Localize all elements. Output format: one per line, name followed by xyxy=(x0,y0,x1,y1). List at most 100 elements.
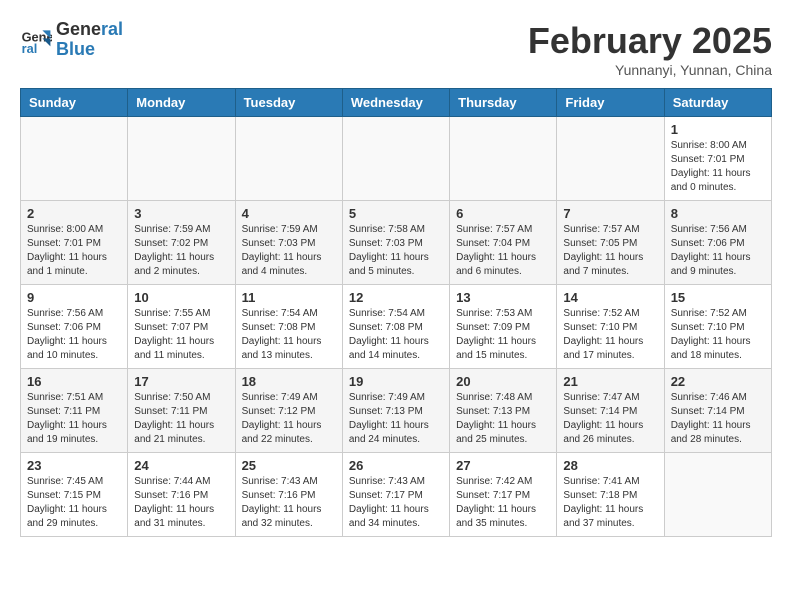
week-row-2: 2 Sunrise: 8:00 AM Sunset: 7:01 PM Daylig… xyxy=(21,201,772,285)
calendar-cell: 3 Sunrise: 7:59 AM Sunset: 7:02 PM Daylig… xyxy=(128,201,235,285)
day-info: Sunrise: 7:43 AM Sunset: 7:16 PM Dayligh… xyxy=(242,475,336,531)
day-info: Sunrise: 7:56 AM Sunset: 7:06 PM Dayligh… xyxy=(671,223,765,279)
calendar-cell: 15Sunrise: 7:52 AM Sunset: 7:10 PM Dayli… xyxy=(664,285,771,369)
day-number: 9 xyxy=(27,290,121,305)
logo-icon: Gene ral xyxy=(20,24,52,56)
day-number: 6 xyxy=(456,206,550,221)
calendar-cell xyxy=(235,117,342,201)
day-info: Sunrise: 7:53 AM Sunset: 7:09 PM Dayligh… xyxy=(456,307,550,363)
day-info: Sunrise: 7:51 AM Sunset: 7:11 PM Dayligh… xyxy=(27,391,121,447)
day-info: Sunrise: 8:00 AM Sunset: 7:01 PM Dayligh… xyxy=(27,223,121,279)
day-info: Sunrise: 7:55 AM Sunset: 7:07 PM Dayligh… xyxy=(134,307,228,363)
day-info: Sunrise: 7:49 AM Sunset: 7:13 PM Dayligh… xyxy=(349,391,443,447)
day-info: Sunrise: 7:42 AM Sunset: 7:17 PM Dayligh… xyxy=(456,475,550,531)
day-number: 11 xyxy=(242,290,336,305)
day-info: Sunrise: 8:00 AM Sunset: 7:01 PM Dayligh… xyxy=(671,139,765,195)
calendar-cell: 9Sunrise: 7:56 AM Sunset: 7:06 PM Daylig… xyxy=(21,285,128,369)
calendar-cell: 14 Sunrise: 7:52 AM Sunset: 7:10 PM Dayli… xyxy=(557,285,664,369)
day-number: 4 xyxy=(242,206,336,221)
calendar-cell: 18 Sunrise: 7:49 AM Sunset: 7:12 PM Dayli… xyxy=(235,369,342,453)
day-number: 17 xyxy=(134,374,228,389)
day-info: Sunrise: 7:59 AM Sunset: 7:03 PM Dayligh… xyxy=(242,223,336,279)
day-number: 18 xyxy=(242,374,336,389)
day-info: Sunrise: 7:48 AM Sunset: 7:13 PM Dayligh… xyxy=(456,391,550,447)
day-number: 12 xyxy=(349,290,443,305)
day-number: 20 xyxy=(456,374,550,389)
day-number: 8 xyxy=(671,206,765,221)
calendar-cell: 2 Sunrise: 8:00 AM Sunset: 7:01 PM Daylig… xyxy=(21,201,128,285)
day-number: 5 xyxy=(349,206,443,221)
day-info: Sunrise: 7:45 AM Sunset: 7:15 PM Dayligh… xyxy=(27,475,121,531)
calendar-subtitle: Yunnanyi, Yunnan, China xyxy=(528,62,772,78)
calendar-cell xyxy=(557,117,664,201)
logo-text: GeneralBlue xyxy=(56,20,123,60)
day-number: 10 xyxy=(134,290,228,305)
day-number: 26 xyxy=(349,458,443,473)
day-info: Sunrise: 7:54 AM Sunset: 7:08 PM Dayligh… xyxy=(242,307,336,363)
day-info: Sunrise: 7:50 AM Sunset: 7:11 PM Dayligh… xyxy=(134,391,228,447)
calendar-cell: 25 Sunrise: 7:43 AM Sunset: 7:16 PM Dayli… xyxy=(235,453,342,537)
calendar-cell: 7 Sunrise: 7:57 AM Sunset: 7:05 PM Daylig… xyxy=(557,201,664,285)
day-number: 28 xyxy=(563,458,657,473)
calendar-cell: 16 Sunrise: 7:51 AM Sunset: 7:11 PM Dayli… xyxy=(21,369,128,453)
calendar-cell: 1 Sunrise: 8:00 AM Sunset: 7:01 PM Daylig… xyxy=(664,117,771,201)
title-section: February 2025 Yunnanyi, Yunnan, China xyxy=(528,20,772,78)
page-header: Gene ral GeneralBlue February 2025 Yunna… xyxy=(20,20,772,78)
calendar-cell: 20 Sunrise: 7:48 AM Sunset: 7:13 PM Dayli… xyxy=(450,369,557,453)
calendar-cell: 26 Sunrise: 7:43 AM Sunset: 7:17 PM Dayli… xyxy=(342,453,449,537)
day-number: 22 xyxy=(671,374,765,389)
day-info: Sunrise: 7:58 AM Sunset: 7:03 PM Dayligh… xyxy=(349,223,443,279)
calendar-cell xyxy=(21,117,128,201)
day-number: 19 xyxy=(349,374,443,389)
calendar-cell: 21 Sunrise: 7:47 AM Sunset: 7:14 PM Dayli… xyxy=(557,369,664,453)
calendar-cell: 12 Sunrise: 7:54 AM Sunset: 7:08 PM Dayli… xyxy=(342,285,449,369)
day-info: Sunrise: 7:52 AM Sunset: 7:10 PM Dayligh… xyxy=(563,307,657,363)
calendar-cell: 10 Sunrise: 7:55 AM Sunset: 7:07 PM Dayli… xyxy=(128,285,235,369)
calendar-cell: 11 Sunrise: 7:54 AM Sunset: 7:08 PM Dayli… xyxy=(235,285,342,369)
calendar-cell: 13 Sunrise: 7:53 AM Sunset: 7:09 PM Dayli… xyxy=(450,285,557,369)
day-number: 13 xyxy=(456,290,550,305)
svg-text:ral: ral xyxy=(22,41,38,56)
day-number: 16 xyxy=(27,374,121,389)
day-info: Sunrise: 7:59 AM Sunset: 7:02 PM Dayligh… xyxy=(134,223,228,279)
weekday-header-saturday: Saturday xyxy=(664,89,771,117)
day-info: Sunrise: 7:57 AM Sunset: 7:05 PM Dayligh… xyxy=(563,223,657,279)
calendar-cell: 6 Sunrise: 7:57 AM Sunset: 7:04 PM Daylig… xyxy=(450,201,557,285)
weekday-header-wednesday: Wednesday xyxy=(342,89,449,117)
calendar-cell: 22 Sunrise: 7:46 AM Sunset: 7:14 PM Dayli… xyxy=(664,369,771,453)
day-info: Sunrise: 7:47 AM Sunset: 7:14 PM Dayligh… xyxy=(563,391,657,447)
calendar-title: February 2025 xyxy=(528,20,772,62)
day-number: 3 xyxy=(134,206,228,221)
calendar-cell: 8 Sunrise: 7:56 AM Sunset: 7:06 PM Daylig… xyxy=(664,201,771,285)
weekday-header-thursday: Thursday xyxy=(450,89,557,117)
day-info: Sunrise: 7:57 AM Sunset: 7:04 PM Dayligh… xyxy=(456,223,550,279)
calendar-cell xyxy=(450,117,557,201)
week-row-5: 23Sunrise: 7:45 AM Sunset: 7:15 PM Dayli… xyxy=(21,453,772,537)
day-number: 2 xyxy=(27,206,121,221)
day-number: 21 xyxy=(563,374,657,389)
calendar-cell xyxy=(342,117,449,201)
calendar-cell: 27Sunrise: 7:42 AM Sunset: 7:17 PM Dayli… xyxy=(450,453,557,537)
week-row-4: 16 Sunrise: 7:51 AM Sunset: 7:11 PM Dayli… xyxy=(21,369,772,453)
day-info: Sunrise: 7:43 AM Sunset: 7:17 PM Dayligh… xyxy=(349,475,443,531)
day-info: Sunrise: 7:46 AM Sunset: 7:14 PM Dayligh… xyxy=(671,391,765,447)
weekday-header-friday: Friday xyxy=(557,89,664,117)
day-number: 25 xyxy=(242,458,336,473)
day-info: Sunrise: 7:49 AM Sunset: 7:12 PM Dayligh… xyxy=(242,391,336,447)
calendar-cell: 23Sunrise: 7:45 AM Sunset: 7:15 PM Dayli… xyxy=(21,453,128,537)
logo: Gene ral GeneralBlue xyxy=(20,20,123,60)
day-info: Sunrise: 7:44 AM Sunset: 7:16 PM Dayligh… xyxy=(134,475,228,531)
calendar-cell xyxy=(664,453,771,537)
week-row-3: 9Sunrise: 7:56 AM Sunset: 7:06 PM Daylig… xyxy=(21,285,772,369)
day-info: Sunrise: 7:54 AM Sunset: 7:08 PM Dayligh… xyxy=(349,307,443,363)
calendar-table: SundayMondayTuesdayWednesdayThursdayFrid… xyxy=(20,88,772,537)
calendar-cell: 4 Sunrise: 7:59 AM Sunset: 7:03 PM Daylig… xyxy=(235,201,342,285)
day-number: 7 xyxy=(563,206,657,221)
day-number: 1 xyxy=(671,122,765,137)
day-number: 15 xyxy=(671,290,765,305)
calendar-cell: 19 Sunrise: 7:49 AM Sunset: 7:13 PM Dayli… xyxy=(342,369,449,453)
day-number: 14 xyxy=(563,290,657,305)
weekday-header-row: SundayMondayTuesdayWednesdayThursdayFrid… xyxy=(21,89,772,117)
weekday-header-monday: Monday xyxy=(128,89,235,117)
weekday-header-sunday: Sunday xyxy=(21,89,128,117)
